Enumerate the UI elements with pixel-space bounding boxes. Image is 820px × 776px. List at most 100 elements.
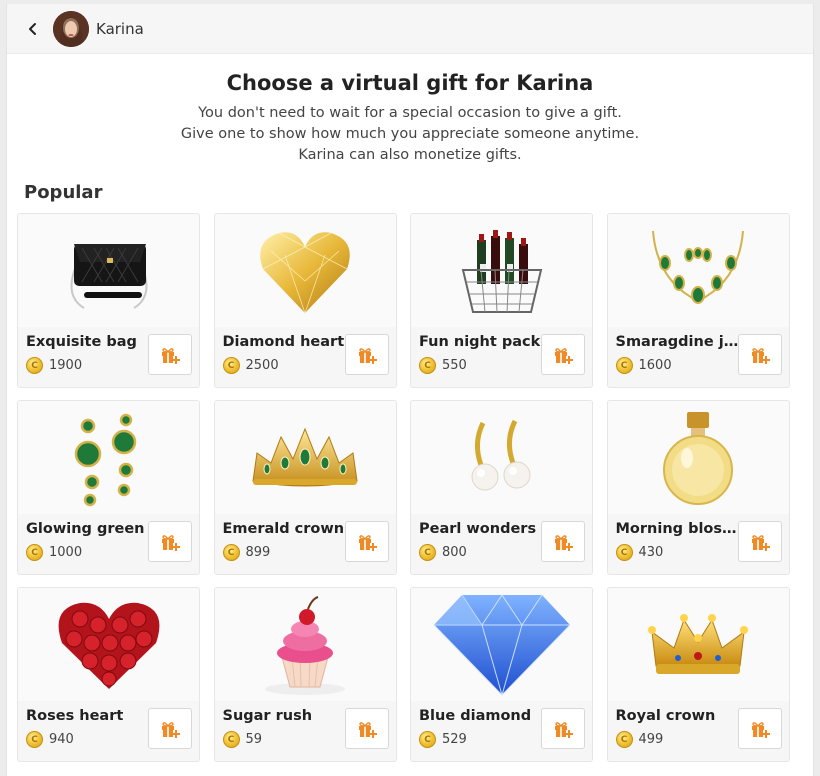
gift-price: C 59 bbox=[222, 731, 263, 748]
gift-image-pearl-earrings[interactable] bbox=[411, 401, 592, 514]
gift-image-perfume[interactable] bbox=[607, 401, 789, 514]
gift-info: Morning blossom C 430 bbox=[607, 514, 789, 574]
gift-price-value: 430 bbox=[638, 545, 664, 560]
add-gift-icon bbox=[555, 721, 573, 738]
send-gift-button[interactable] bbox=[541, 334, 585, 375]
add-gift-icon bbox=[751, 347, 770, 364]
gift-card[interactable]: Glowing green C 1000 bbox=[17, 400, 200, 575]
gift-info: Smaragdine je... C 1600 bbox=[607, 327, 789, 387]
gift-info: Royal crown C 499 bbox=[607, 701, 789, 761]
add-gift-icon bbox=[162, 721, 180, 738]
add-gift-icon bbox=[358, 534, 377, 551]
gift-price-value: 499 bbox=[638, 732, 664, 747]
gift-price-value: 940 bbox=[49, 732, 74, 747]
coin-icon: C bbox=[419, 731, 436, 748]
gift-card[interactable]: Sugar rush C 59 bbox=[213, 587, 397, 762]
add-gift-icon bbox=[358, 347, 377, 364]
gift-info: Diamond heart C 2500 bbox=[214, 327, 396, 387]
gift-price-value: 550 bbox=[442, 358, 467, 373]
send-gift-button[interactable] bbox=[148, 521, 192, 562]
gift-name: Pearl wonders bbox=[419, 521, 537, 537]
send-gift-button[interactable] bbox=[541, 521, 585, 562]
add-gift-icon bbox=[555, 347, 573, 364]
gift-name: Roses heart bbox=[26, 708, 124, 724]
back-button[interactable] bbox=[13, 4, 53, 54]
gift-price-value: 800 bbox=[442, 545, 467, 560]
gift-price-value: 59 bbox=[245, 732, 263, 747]
gift-price: C 1000 bbox=[26, 544, 82, 561]
gift-price: C 2500 bbox=[222, 357, 279, 374]
gift-name: Morning blossom bbox=[615, 521, 744, 537]
send-gift-button[interactable] bbox=[541, 708, 585, 749]
coin-icon: C bbox=[615, 544, 633, 561]
send-gift-button[interactable] bbox=[737, 708, 782, 749]
gift-image-bag[interactable] bbox=[18, 214, 199, 327]
gift-price-value: 1000 bbox=[49, 545, 83, 560]
gift-card[interactable]: Morning blossom C 430 bbox=[606, 400, 790, 575]
send-gift-button[interactable] bbox=[737, 334, 782, 375]
gift-image-emerald-earrings[interactable] bbox=[18, 401, 199, 514]
add-gift-icon bbox=[358, 721, 377, 738]
gift-name: Blue diamond bbox=[419, 708, 532, 724]
gift-name: Diamond heart bbox=[222, 334, 345, 350]
gift-card[interactable]: Emerald crown C 899 bbox=[213, 400, 397, 575]
gift-image-necklace[interactable] bbox=[607, 214, 789, 327]
intro-line: You don't need to wait for a special occ… bbox=[198, 105, 622, 121]
coin-icon: C bbox=[419, 357, 436, 374]
coin-icon: C bbox=[222, 731, 240, 748]
gift-card[interactable]: Diamond heart C 2500 bbox=[213, 213, 397, 388]
send-gift-button[interactable] bbox=[344, 334, 389, 375]
gift-name: Exquisite bag bbox=[26, 334, 137, 350]
coin-icon: C bbox=[222, 544, 240, 561]
avatar[interactable] bbox=[53, 10, 89, 47]
gift-grid: Exquisite bag C 1900 Diamond heart C 250… bbox=[17, 213, 790, 762]
gift-info: Fun night pack C 550 bbox=[411, 327, 592, 387]
gift-price: C 529 bbox=[419, 731, 467, 748]
gift-image-tiara[interactable] bbox=[214, 401, 396, 514]
intro-line: Karina can also monetize gifts. bbox=[298, 147, 522, 163]
gift-image-wine-basket[interactable] bbox=[411, 214, 592, 327]
gift-name: Glowing green bbox=[26, 521, 145, 537]
add-gift-icon bbox=[162, 534, 180, 551]
gift-name: Smaragdine je... bbox=[615, 334, 744, 350]
coin-icon: C bbox=[419, 544, 436, 561]
coin-icon: C bbox=[615, 731, 633, 748]
gift-price: C 940 bbox=[26, 731, 74, 748]
gift-price-value: 529 bbox=[442, 732, 467, 747]
gift-name: Royal crown bbox=[615, 708, 716, 724]
gift-image-cupcake[interactable] bbox=[214, 588, 396, 701]
coin-icon: C bbox=[26, 544, 43, 561]
gift-card[interactable]: Blue diamond C 529 bbox=[410, 587, 593, 762]
send-gift-button[interactable] bbox=[737, 521, 782, 562]
send-gift-button[interactable] bbox=[344, 708, 389, 749]
gift-card[interactable]: Roses heart C 940 bbox=[17, 587, 200, 762]
add-gift-icon bbox=[751, 534, 770, 551]
gift-info: Roses heart C 940 bbox=[18, 701, 199, 761]
send-gift-button[interactable] bbox=[344, 521, 389, 562]
gift-card[interactable]: Royal crown C 499 bbox=[606, 587, 790, 762]
coin-icon: C bbox=[222, 357, 240, 374]
gift-card[interactable]: Fun night pack C 550 bbox=[410, 213, 593, 388]
add-gift-icon bbox=[751, 721, 770, 738]
gift-image-roses-heart[interactable] bbox=[18, 588, 199, 701]
gift-price: C 430 bbox=[615, 544, 664, 561]
section-title-popular: Popular bbox=[24, 182, 103, 203]
page-title: Choose a virtual gift for Karina bbox=[226, 71, 594, 95]
gift-info: Glowing green C 1000 bbox=[18, 514, 199, 574]
gift-card[interactable]: Smaragdine je... C 1600 bbox=[606, 213, 790, 388]
gift-image-gold-heart[interactable] bbox=[214, 214, 396, 327]
gift-info: Emerald crown C 899 bbox=[214, 514, 396, 574]
add-gift-icon bbox=[555, 534, 573, 551]
coin-icon: C bbox=[615, 357, 633, 374]
header-username[interactable]: Karina bbox=[96, 20, 144, 38]
add-gift-icon bbox=[162, 347, 180, 364]
send-gift-button[interactable] bbox=[148, 334, 192, 375]
gift-image-crown[interactable] bbox=[607, 588, 789, 701]
gift-name: Sugar rush bbox=[222, 708, 313, 724]
gift-price: C 800 bbox=[419, 544, 467, 561]
gift-info: Blue diamond C 529 bbox=[411, 701, 592, 761]
gift-image-diamond[interactable] bbox=[411, 588, 592, 701]
gift-card[interactable]: Exquisite bag C 1900 bbox=[17, 213, 200, 388]
gift-card[interactable]: Pearl wonders C 800 bbox=[410, 400, 593, 575]
send-gift-button[interactable] bbox=[148, 708, 192, 749]
